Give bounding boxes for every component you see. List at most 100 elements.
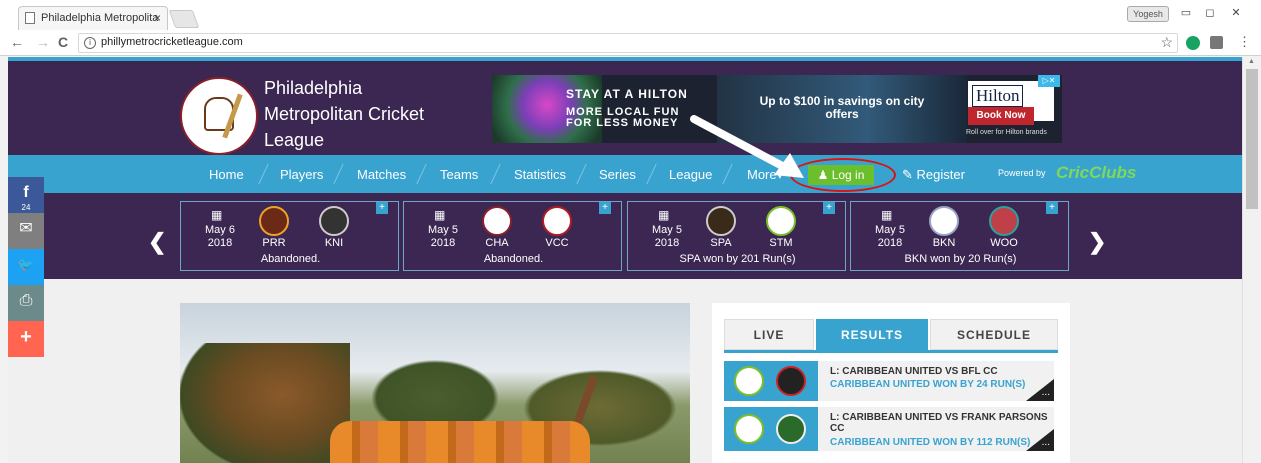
twitter-icon: 🐦	[17, 257, 35, 272]
more-share-button[interactable]: +	[8, 321, 44, 357]
print-button[interactable]: ⎙	[8, 285, 44, 321]
ad-tagline: STAY AT A HILTON	[566, 87, 688, 101]
facebook-share-button[interactable]: f 24	[8, 177, 44, 213]
tab-close-icon[interactable]: ×	[154, 7, 161, 29]
minimize-icon[interactable]: ▭	[1176, 6, 1196, 22]
url-input[interactable]: i phillymetrocricketleague.com ☆	[78, 33, 1178, 53]
powered-by-label: Powered by	[998, 168, 1046, 178]
nav-matches[interactable]: Matches	[357, 167, 406, 182]
reload-icon[interactable]: C	[58, 34, 68, 50]
tab-title: Philadelphia Metropolita	[41, 12, 159, 24]
team-name: WOO	[990, 237, 1018, 249]
ad-tagline-secondary: MORE LOCAL FUN FOR LESS MONEY	[566, 106, 680, 129]
team-logo	[734, 366, 764, 396]
score-card[interactable]: ▦ May 5 2018 SPA STM SPA won by 201 Run(s…	[627, 201, 846, 271]
nav-series[interactable]: Series	[599, 167, 636, 182]
photo-tree	[180, 343, 350, 463]
match-result: SPA won by 201 Run(s)	[679, 253, 796, 265]
tab-live[interactable]: LIVE	[724, 319, 814, 350]
ad-fine-print: Roll over for Hilton brands	[966, 129, 1047, 136]
calendar-icon: ▦	[211, 208, 223, 222]
email-share-button[interactable]: ✉	[8, 213, 44, 249]
book-now-button[interactable]: Book Now	[968, 107, 1034, 125]
nav-home[interactable]: Home	[209, 167, 244, 182]
cricclubs-logo[interactable]: CricClubs	[1056, 163, 1136, 183]
match-result-row[interactable]: L: CARIBBEAN UNITED VS BFL CC CARIBBEAN …	[724, 361, 1054, 401]
team-logo	[259, 206, 289, 236]
team-logo	[929, 206, 959, 236]
team-logo	[542, 206, 572, 236]
maximize-icon[interactable]: ◻	[1200, 6, 1220, 22]
nav-statistics[interactable]: Statistics	[514, 167, 566, 182]
team-name: PRR	[262, 237, 286, 249]
match-date: May 5 2018	[428, 224, 458, 249]
team-photo[interactable]	[180, 303, 690, 463]
results-panel: LIVE RESULTS SCHEDULE L: CARIBBEAN UNITE…	[712, 303, 1070, 463]
site-title[interactable]: Philadelphia Metropolitan Cricket League	[264, 75, 464, 153]
browser-tab[interactable]: Philadelphia Metropolita ×	[18, 6, 168, 30]
team-name: BKN	[932, 237, 956, 249]
tab-results[interactable]: RESULTS	[816, 319, 928, 350]
nav-separator	[646, 163, 657, 185]
adchoices-icon[interactable]: ▷✕	[1038, 75, 1060, 87]
bookmark-icon[interactable]: +	[1046, 202, 1058, 214]
extension-icon[interactable]	[1186, 36, 1200, 50]
chevron-left-icon[interactable]: ❮	[148, 229, 166, 255]
nav-separator	[490, 163, 501, 185]
match-result-row[interactable]: L: CARIBBEAN UNITED VS FRANK PARSONS CC …	[724, 407, 1054, 451]
bookmark-icon[interactable]: +	[376, 202, 388, 214]
league-logo[interactable]	[180, 77, 258, 155]
hilton-logo: Hilton	[972, 85, 1024, 107]
match-result: Abandoned.	[260, 253, 321, 265]
scrollbar-thumb[interactable]	[1246, 69, 1258, 209]
new-tab-button[interactable]	[168, 10, 200, 28]
email-icon: ✉	[19, 220, 33, 237]
twitter-share-button[interactable]: 🐦	[8, 249, 44, 285]
match-logos	[724, 361, 818, 401]
url-text: phillymetrocricketleague.com	[101, 36, 243, 48]
browser-tab-bar: Philadelphia Metropolita × Yogesh ▭ ◻ ✕	[0, 0, 1261, 30]
score-card[interactable]: ▦ May 5 2018 CHA VCC Abandoned. +	[403, 201, 622, 271]
bookmark-icon[interactable]: +	[599, 202, 611, 214]
nav-players[interactable]: Players	[280, 167, 323, 182]
calendar-icon: ▦	[658, 208, 670, 222]
tab-schedule[interactable]: SCHEDULE	[930, 319, 1058, 350]
bookmark-icon[interactable]: +	[823, 202, 835, 214]
team-name: STM	[769, 237, 793, 249]
edit-icon: ✎	[902, 167, 913, 182]
print-icon: ⎙	[19, 292, 33, 309]
chevron-right-icon[interactable]: ❯	[1088, 229, 1106, 255]
score-card[interactable]: ▦ May 5 2018 BKN WOO BKN won by 20 Run(s)…	[850, 201, 1069, 271]
nav-league[interactable]: League	[669, 167, 712, 182]
team-logo	[734, 414, 764, 444]
match-date: May 6 2018	[205, 224, 235, 249]
match-date: May 5 2018	[652, 224, 682, 249]
info-icon[interactable]: i	[84, 37, 96, 49]
forward-icon[interactable]: →	[36, 34, 50, 50]
nav-teams[interactable]: Teams	[440, 167, 478, 182]
facebook-icon: f	[23, 184, 29, 201]
match-date: May 5 2018	[875, 224, 905, 249]
browser-menu-icon[interactable]: ⋮	[1238, 34, 1251, 50]
score-card[interactable]: ▦ May 6 2018 PRR KNI Abandoned. +	[180, 201, 399, 271]
team-name: VCC	[545, 237, 569, 249]
nav-separator	[333, 163, 344, 185]
close-window-icon[interactable]: ✕	[1226, 6, 1246, 22]
team-logo	[776, 366, 806, 396]
match-name: L: CARIBBEAN UNITED VS BFL CC	[830, 366, 998, 377]
page-scrollbar[interactable]: ▲	[1242, 57, 1261, 463]
team-logo	[766, 206, 796, 236]
match-result: BKN won by 20 Run(s)	[904, 253, 1017, 265]
scroll-up-icon[interactable]: ▲	[1248, 58, 1255, 65]
share-count: 24	[21, 203, 31, 212]
user-badge[interactable]: Yogesh	[1127, 6, 1169, 22]
back-icon[interactable]: ←	[10, 34, 24, 50]
nav-more[interactable]: More▾	[747, 167, 783, 183]
extension-icon[interactable]	[1210, 36, 1223, 49]
register-link[interactable]: ✎ Register	[902, 167, 965, 183]
more-icon[interactable]: ...	[1026, 379, 1054, 401]
hilton-ad-banner[interactable]: STAY AT A HILTON MORE LOCAL FUN FOR LESS…	[492, 75, 1062, 143]
bookmark-star-icon[interactable]: ☆	[1160, 34, 1173, 51]
match-result: CARIBBEAN UNITED WON BY 24 RUN(S)	[830, 379, 1026, 390]
match-logos	[724, 407, 818, 451]
